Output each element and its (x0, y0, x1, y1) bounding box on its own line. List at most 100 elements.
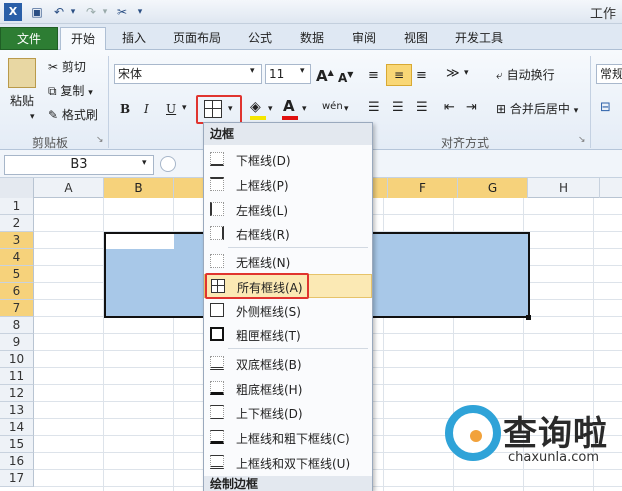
row-header[interactable]: 11 (0, 368, 34, 385)
row-header[interactable]: 17 (0, 470, 34, 487)
orientation-icon[interactable]: ≫ (446, 66, 460, 81)
menu-separator (228, 348, 368, 349)
fill-color-dropdown-icon[interactable]: ▾ (268, 104, 273, 114)
undo-dropdown-icon[interactable]: ▾ (68, 3, 78, 21)
underline-button[interactable]: U (166, 100, 176, 118)
name-box-dropdown-icon[interactable]: ▾ (142, 158, 147, 168)
watermark-url: chaxunla.com (508, 450, 599, 465)
menu-item-label: 右框线(R) (236, 228, 290, 242)
grow-font-button[interactable]: A▲ (316, 64, 334, 85)
increase-indent-icon[interactable]: ⇥ (466, 100, 477, 115)
shrink-font-button[interactable]: A▼ (338, 66, 353, 87)
italic-button[interactable]: I (144, 100, 149, 118)
clipboard-launcher-icon[interactable]: ↘ (96, 135, 104, 145)
copy-button[interactable]: ⧉ 复制 ▾ (48, 82, 93, 102)
align-middle-icon[interactable]: ≡ (386, 64, 412, 86)
menu-item-no-border[interactable]: 无框线(N) (204, 250, 372, 274)
menu-item-left-border[interactable]: 左框线(L) (204, 198, 372, 222)
row-header[interactable]: 7 (0, 300, 34, 317)
tab-home[interactable]: 开始 (60, 27, 106, 51)
redo-icon[interactable]: ↷ (82, 3, 100, 21)
bold-button[interactable]: B (120, 100, 130, 118)
cut-button[interactable]: ✂ 剪切 (48, 58, 86, 76)
menu-item-thick-box-border[interactable]: 粗匣框线(T) (204, 323, 372, 347)
row-header[interactable]: 6 (0, 283, 34, 300)
paste-icon[interactable] (8, 58, 36, 88)
menu-item-bottom-border[interactable]: 下框线(D) (204, 148, 372, 172)
menu-item-thick-bottom-border[interactable]: 粗底框线(H) (204, 377, 372, 401)
bottom-double-border-icon (210, 356, 224, 370)
menu-item-top-thick-bottom-border[interactable]: 上框线和粗下框线(C) (204, 426, 372, 450)
row-header[interactable]: 1 (0, 198, 34, 215)
merge-center-button[interactable]: ⊞ 合并后居中 ▾ (496, 100, 578, 120)
row-header[interactable]: 15 (0, 436, 34, 453)
paste-dropdown-icon[interactable]: ▾ (30, 108, 35, 126)
thick-box-border-icon (210, 327, 224, 341)
menu-item-top-border[interactable]: 上框线(P) (204, 173, 372, 197)
undo-icon[interactable]: ↶ (50, 3, 68, 21)
fill-handle[interactable] (526, 315, 531, 320)
row-header[interactable]: 3 (0, 232, 34, 249)
row-header[interactable]: 13 (0, 402, 34, 419)
menu-item-bottom-double-border[interactable]: 双底框线(B) (204, 352, 372, 376)
tab-page-layout[interactable]: 页面布局 (164, 27, 230, 50)
formula-collapse-icon[interactable] (160, 156, 176, 172)
column-header-b[interactable]: B (104, 178, 174, 198)
tab-developer[interactable]: 开发工具 (446, 27, 512, 50)
align-center-icon[interactable]: ☰ (392, 100, 404, 115)
align-right-icon[interactable]: ☰ (416, 100, 428, 115)
row-header[interactable]: 4 (0, 249, 34, 266)
fill-color-button[interactable]: ◈ (250, 98, 261, 116)
tab-file[interactable]: 文件 (0, 27, 58, 50)
phonetic-button[interactable]: wén (322, 98, 343, 116)
active-cell[interactable] (106, 234, 174, 249)
alignment-launcher-icon[interactable]: ↘ (578, 135, 586, 145)
select-all-corner[interactable] (0, 178, 34, 198)
menu-item-outside-borders[interactable]: 外侧框线(S) (204, 299, 372, 323)
all-borders-icon[interactable] (204, 100, 222, 118)
wrap-text-button[interactable]: ⤶ 自动换行 (496, 66, 555, 84)
row-header[interactable]: 2 (0, 215, 34, 232)
customize-toolbar-icon[interactable]: ▾ (135, 3, 145, 21)
column-header-h[interactable]: H (528, 178, 600, 198)
copy-dropdown-icon: ▾ (88, 88, 93, 98)
row-header[interactable]: 8 (0, 317, 34, 334)
row-header[interactable]: 10 (0, 351, 34, 368)
row-header[interactable]: 9 (0, 334, 34, 351)
tab-insert[interactable]: 插入 (112, 27, 156, 50)
orientation-dropdown-icon[interactable]: ▾ (464, 68, 469, 78)
save-icon[interactable]: ▣ (28, 3, 46, 21)
redo-dropdown-icon[interactable]: ▾ (100, 3, 110, 21)
tab-formulas[interactable]: 公式 (238, 27, 282, 50)
accounting-format-icon[interactable]: ⊟ (600, 100, 611, 115)
number-format-box[interactable]: 常规 (596, 64, 622, 84)
row-header[interactable]: 16 (0, 453, 34, 470)
row-header[interactable]: 5 (0, 266, 34, 283)
format-painter-button[interactable]: ✎ 格式刷 (48, 106, 98, 124)
font-name-dropdown-icon[interactable]: ▾ (250, 66, 255, 76)
column-header-a[interactable]: A (34, 178, 104, 198)
decrease-indent-icon[interactable]: ⇤ (444, 100, 455, 115)
tab-view[interactable]: 视图 (394, 27, 438, 50)
phonetic-dropdown-icon[interactable]: ▾ (344, 104, 349, 114)
align-left-icon[interactable]: ☰ (368, 100, 380, 115)
font-color-button[interactable]: A (283, 97, 295, 115)
font-name-box[interactable]: 宋体 (114, 64, 262, 84)
menu-item-top-double-bottom-border[interactable]: 上框线和双下框线(U) (204, 451, 372, 475)
menu-item-right-border[interactable]: 右框线(R) (204, 222, 372, 246)
row-header[interactable]: 14 (0, 419, 34, 436)
column-header-g[interactable]: G (458, 178, 528, 198)
borders-dropdown-icon[interactable]: ▾ (228, 104, 233, 114)
row-header[interactable]: 12 (0, 385, 34, 402)
underline-dropdown-icon[interactable]: ▾ (182, 103, 187, 113)
tab-review[interactable]: 审阅 (342, 27, 386, 50)
font-color-dropdown-icon[interactable]: ▾ (302, 104, 307, 114)
name-box[interactable]: B3 (4, 155, 154, 175)
font-size-dropdown-icon[interactable]: ▾ (300, 66, 305, 76)
menu-item-top-bottom-border[interactable]: 上下框线(D) (204, 401, 372, 425)
align-bottom-icon[interactable]: ≡ (416, 68, 427, 83)
align-top-icon[interactable]: ≡ (368, 68, 379, 83)
column-header-f[interactable]: F (388, 178, 458, 198)
tab-data[interactable]: 数据 (290, 27, 334, 50)
tools-icon[interactable]: ✂ (113, 3, 131, 21)
